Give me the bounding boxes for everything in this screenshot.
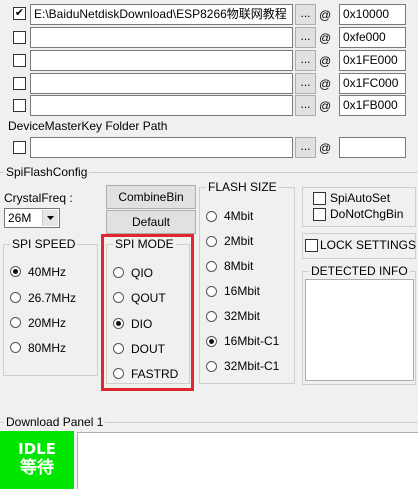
row-1-browse-button[interactable]: ...: [295, 4, 316, 25]
row-5-checkbox[interactable]: [13, 99, 26, 112]
detected-info-textarea[interactable]: [305, 279, 414, 381]
crystal-freq-label: CrystalFreq :: [4, 191, 73, 205]
row-4-browse-button[interactable]: ...: [295, 73, 316, 94]
lock-settings-label: LOCK SETTINGS: [320, 238, 417, 252]
row-5-path-input[interactable]: [30, 95, 293, 116]
row-2-checkbox[interactable]: [13, 31, 26, 44]
spi-speed-group: [3, 244, 98, 376]
flash-size-label-4: 16Mbit: [224, 284, 261, 298]
default-button[interactable]: Default: [106, 210, 196, 234]
spi-speed-radio-4[interactable]: [10, 342, 21, 353]
row-1-checkbox[interactable]: ✔: [13, 7, 26, 20]
row-3-browse-button[interactable]: ...: [295, 50, 316, 71]
idle-status-en: IDLE: [18, 440, 56, 458]
download-log-area[interactable]: [77, 432, 418, 489]
flash-size-title: FLASH SIZE: [206, 180, 279, 194]
device-key-browse-button[interactable]: ...: [295, 137, 316, 158]
device-key-label: DeviceMasterKey Folder Path: [8, 119, 168, 133]
spi-speed-label-2: 26.7MHz: [28, 291, 77, 305]
row-4-checkbox[interactable]: [13, 77, 26, 90]
spi-speed-label-3: 20MHz: [28, 316, 67, 330]
device-key-at-label: @: [319, 141, 332, 155]
flash-size-radio-2[interactable]: [206, 236, 217, 247]
row-1-address-input[interactable]: 0x10000: [339, 4, 406, 25]
do-not-chg-bin-label: DoNotChgBin: [330, 207, 404, 221]
spi-speed-title: SPI SPEED: [10, 237, 78, 251]
row-4-address-input[interactable]: 0x1FC000: [339, 73, 406, 94]
flash-size-radio-3[interactable]: [206, 261, 217, 272]
row-3-checkbox[interactable]: [13, 54, 26, 67]
idle-status-cn: 等待: [20, 458, 54, 478]
row-5-at-label: @: [319, 99, 332, 113]
device-key-path-input[interactable]: [30, 137, 293, 158]
flash-size-label-7: 32Mbit-C1: [224, 359, 280, 373]
row-4-path-input[interactable]: [30, 73, 293, 94]
flash-size-label-2: 2Mbit: [224, 234, 254, 248]
flash-size-label-3: 8Mbit: [224, 259, 254, 273]
chevron-down-icon: [42, 210, 58, 226]
device-key-address-input[interactable]: [339, 137, 406, 158]
flash-size-radio-1[interactable]: [206, 211, 217, 222]
row-2-at-label: @: [319, 31, 332, 45]
row-2-address-input[interactable]: 0xfe000: [339, 27, 406, 48]
spi-speed-label-1: 40MHz: [28, 265, 67, 279]
row-2-path-input[interactable]: [30, 27, 293, 48]
detected-info-title: DETECTED INFO: [309, 264, 410, 278]
row-5-address-input[interactable]: 0x1FB000: [339, 95, 406, 116]
row-2-browse-button[interactable]: ...: [295, 27, 316, 48]
device-key-checkbox[interactable]: [13, 141, 26, 154]
spi-auto-set-checkbox[interactable]: [313, 192, 326, 205]
spi-speed-radio-2[interactable]: [10, 292, 21, 303]
combine-bin-button[interactable]: CombineBin: [106, 185, 196, 209]
download-panel-title: Download Panel 1: [4, 415, 106, 429]
row-4-at-label: @: [319, 77, 332, 91]
idle-status-badge: IDLE 等待: [0, 431, 74, 489]
spi-speed-radio-3[interactable]: [10, 317, 21, 328]
flash-size-radio-7[interactable]: [206, 361, 217, 372]
row-3-path-input[interactable]: [30, 50, 293, 71]
row-5-browse-button[interactable]: ...: [295, 95, 316, 116]
spi-auto-set-label: SpiAutoSet: [330, 191, 391, 205]
spi-speed-radio-1[interactable]: [10, 266, 21, 277]
flash-size-radio-5[interactable]: [206, 311, 217, 322]
flash-size-radio-4[interactable]: [206, 286, 217, 297]
flash-size-radio-6[interactable]: [206, 336, 217, 347]
crystal-freq-select[interactable]: 26M: [4, 208, 60, 228]
crystal-freq-value: 26M: [8, 211, 32, 225]
flash-size-label-6: 16Mbit-C1: [224, 334, 280, 348]
lock-settings-checkbox[interactable]: [305, 239, 318, 252]
spi-flash-config-title: SpiFlashConfig: [4, 165, 90, 179]
spi-speed-label-4: 80MHz: [28, 341, 67, 355]
flash-size-label-5: 32Mbit: [224, 309, 261, 323]
row-3-address-input[interactable]: 0x1FE000: [339, 50, 406, 71]
check-mark-icon: ✔: [14, 7, 25, 19]
spi-mode-highlight-box: [101, 234, 194, 391]
row-1-path-input[interactable]: E:\BaiduNetdiskDownload\ESP8266物联网教程: [30, 4, 293, 25]
flash-size-label-1: 4Mbit: [224, 209, 254, 223]
row-1-at-label: @: [319, 8, 332, 22]
row-3-at-label: @: [319, 54, 332, 68]
do-not-chg-bin-checkbox[interactable]: [313, 208, 326, 221]
